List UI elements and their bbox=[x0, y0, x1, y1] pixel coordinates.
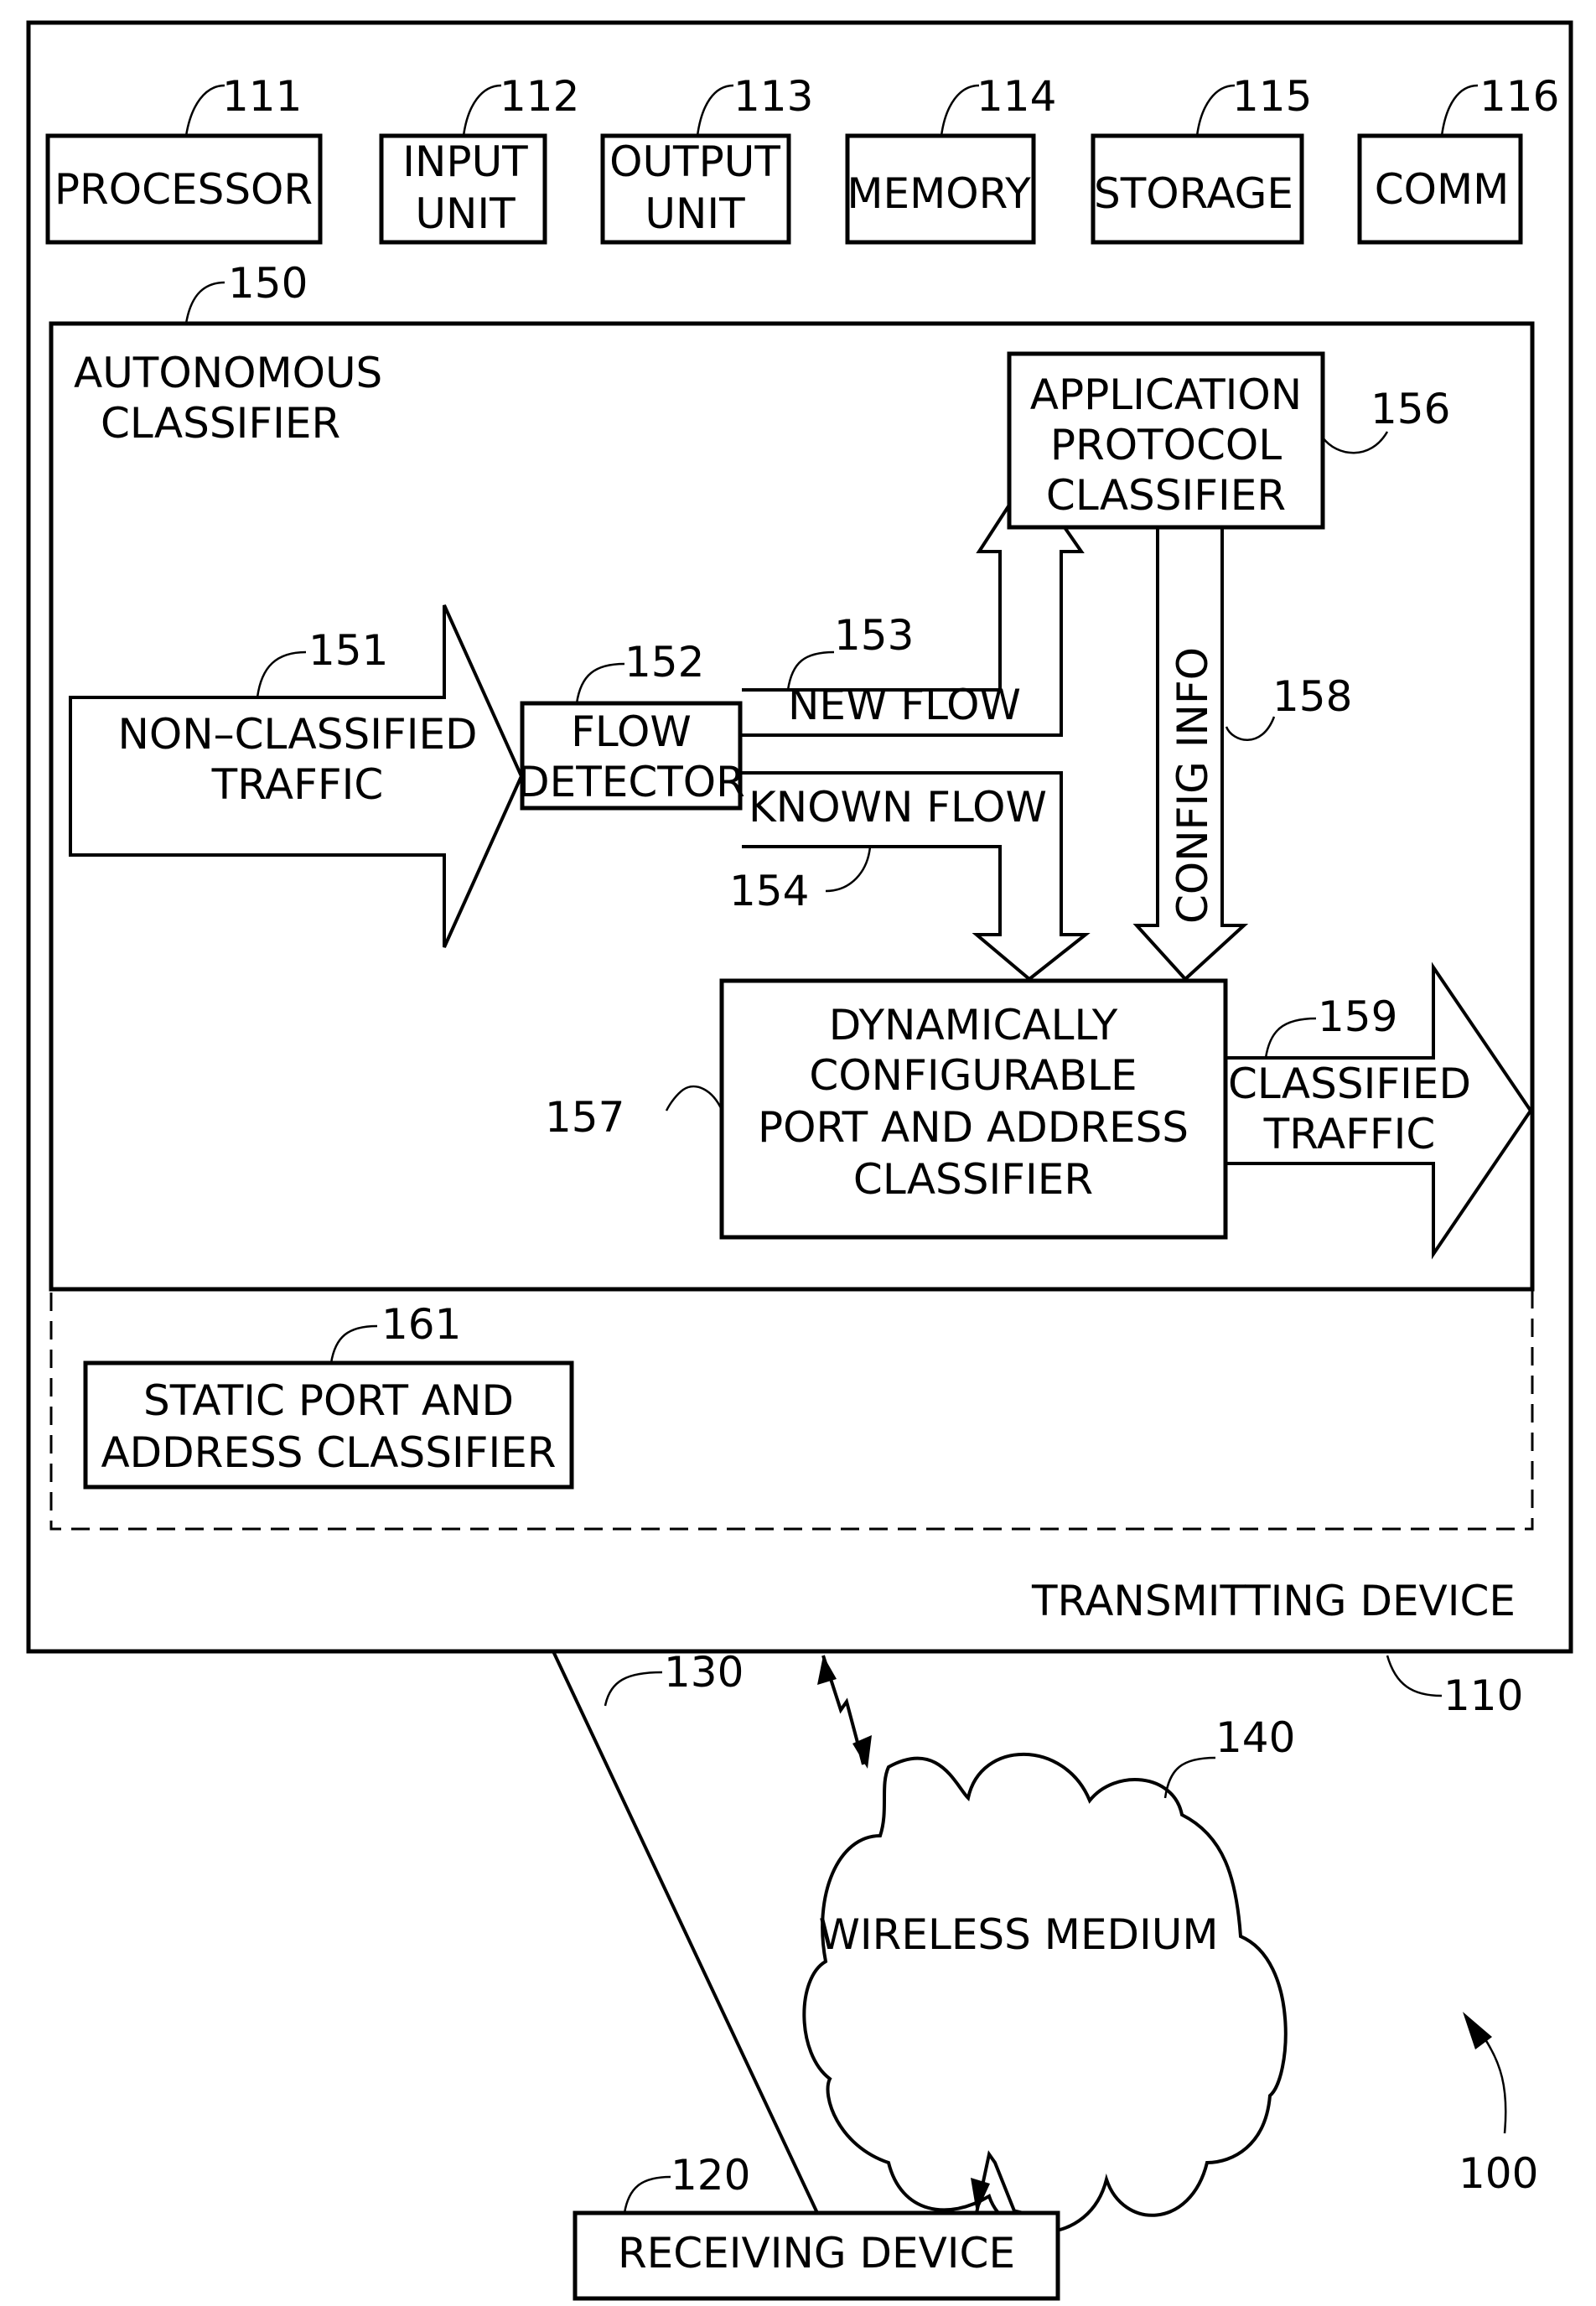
patent-figure: TRANSMITTING DEVICE 110 PROCESSOR 111 IN… bbox=[26, 20, 1573, 2301]
dynamic-line3: PORT AND ADDRESS bbox=[758, 1103, 1189, 1152]
non-classified-line1: NON–CLASSIFIED bbox=[117, 710, 477, 759]
ref-154: 154 bbox=[729, 867, 809, 915]
ref-157: 157 bbox=[545, 1093, 624, 1142]
wireless-medium-label: WIRELESS MEDIUM bbox=[818, 1910, 1218, 1959]
ref-159: 159 bbox=[1318, 992, 1397, 1041]
wireless-medium-cloud: WIRELESS MEDIUM 140 bbox=[802, 1713, 1295, 2234]
static-line2: ADDRESS CLASSIFIER bbox=[101, 1428, 556, 1477]
app-protocol-line3: CLASSIFIER bbox=[1046, 471, 1286, 520]
static-line1: STATIC PORT AND bbox=[143, 1376, 514, 1425]
storage-label: STORAGE bbox=[1094, 169, 1293, 218]
app-protocol-line2: PROTOCOL bbox=[1050, 421, 1282, 469]
ref-115: 115 bbox=[1232, 72, 1312, 121]
non-classified-line2: TRAFFIC bbox=[211, 760, 384, 809]
app-protocol-line1: APPLICATION bbox=[1030, 371, 1302, 419]
leader-110 bbox=[1386, 1655, 1443, 1697]
ref-110: 110 bbox=[1443, 1671, 1523, 1720]
ref-113: 113 bbox=[733, 72, 813, 121]
known-flow-label: KNOWN FLOW bbox=[749, 783, 1047, 832]
autonomous-classifier-line1: AUTONOMOUS bbox=[74, 349, 382, 397]
dynamic-line1: DYNAMICALLY bbox=[829, 1001, 1118, 1049]
ref-130: 130 bbox=[664, 1648, 744, 1697]
input-unit-line2: UNIT bbox=[415, 189, 516, 238]
figure-ref-100: 100 bbox=[1459, 2012, 1538, 2198]
dynamic-line4: CLASSIFIER bbox=[853, 1155, 1093, 1204]
ref-120: 120 bbox=[671, 2151, 750, 2200]
memory-label: MEMORY bbox=[847, 169, 1031, 218]
link-line bbox=[552, 1650, 819, 2214]
ref-151: 151 bbox=[308, 626, 388, 675]
wireless-link-top bbox=[817, 1655, 872, 1769]
autonomous-classifier-line2: CLASSIFIER bbox=[101, 399, 340, 448]
flow-detector-line2: DETECTOR bbox=[517, 758, 745, 806]
output-unit-line1: OUTPUT bbox=[609, 137, 780, 186]
ref-112: 112 bbox=[500, 72, 579, 121]
config-info-label: CONFIG INFO bbox=[1168, 647, 1217, 924]
ref-153: 153 bbox=[834, 611, 914, 660]
comm-label: COMM bbox=[1375, 165, 1510, 214]
classified-line1: CLASSIFIED bbox=[1228, 1060, 1471, 1108]
new-flow-label: NEW FLOW bbox=[788, 681, 1021, 729]
ref-111: 111 bbox=[222, 72, 302, 121]
output-unit-line2: UNIT bbox=[645, 189, 745, 238]
leader-130 bbox=[604, 1671, 663, 1707]
flow-detector-line1: FLOW bbox=[571, 707, 692, 756]
receiving-device-label: RECEIVING DEVICE bbox=[618, 2229, 1015, 2277]
processor-label: PROCESSOR bbox=[54, 165, 313, 214]
ref-152: 152 bbox=[624, 638, 704, 687]
dynamic-line2: CONFIGURABLE bbox=[809, 1051, 1137, 1100]
transmitting-device-label: TRANSMITTING DEVICE bbox=[1031, 1577, 1516, 1625]
ref-140: 140 bbox=[1215, 1713, 1295, 1762]
ref-156: 156 bbox=[1371, 385, 1450, 433]
ref-114: 114 bbox=[977, 72, 1056, 121]
ref-116: 116 bbox=[1479, 72, 1559, 121]
input-unit-line1: INPUT bbox=[402, 137, 528, 186]
ref-100: 100 bbox=[1459, 2149, 1538, 2198]
ref-150: 150 bbox=[228, 259, 308, 308]
ref-158: 158 bbox=[1272, 672, 1352, 721]
classified-line2: TRAFFIC bbox=[1263, 1110, 1436, 1158]
ref-161: 161 bbox=[381, 1300, 461, 1349]
